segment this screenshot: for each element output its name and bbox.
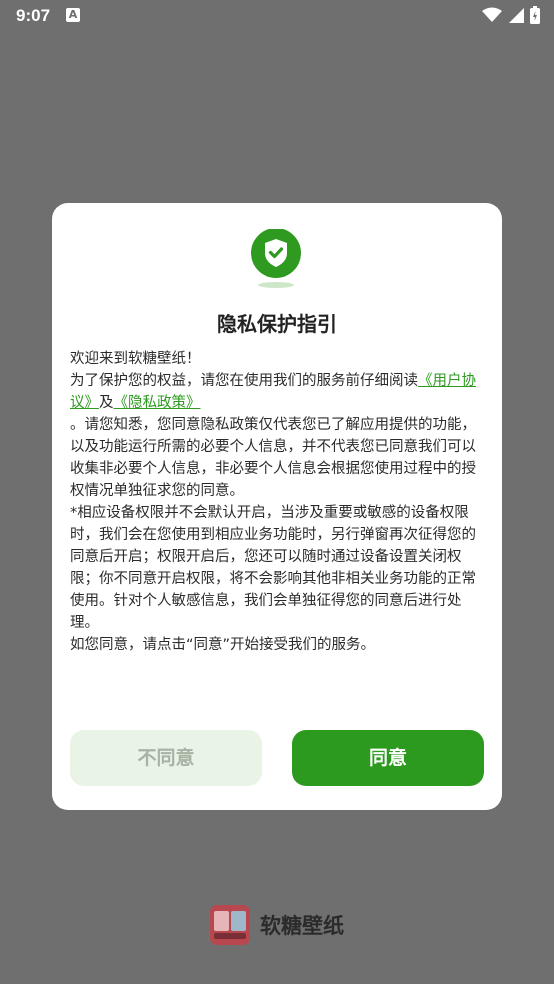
app-name: 软糖壁纸 (260, 914, 344, 938)
intro-text: 为了保护您的权益，请您在使用我们的服务前仔细阅读《用户协议》及《隐私政策》 (70, 370, 486, 414)
battery-icon (530, 6, 540, 24)
privacy-dialog: 隐私保护指引 欢迎来到软糖壁纸！ 为了保护您的权益，请您在使用我们的服务前仔细阅… (52, 203, 502, 810)
status-icons (482, 6, 540, 24)
welcome-text: 欢迎来到软糖壁纸！ (70, 351, 201, 367)
privacy-policy-link[interactable]: 《隐私政策》 (114, 395, 201, 411)
wifi-icon (482, 7, 502, 22)
dialog-body: 欢迎来到软糖壁纸！ 为了保护您的权益，请您在使用我们的服务前仔细阅读《用户协议》… (70, 348, 486, 656)
signal-icon (509, 8, 524, 23)
status-time: 9:07 (16, 6, 51, 25)
app-logo-icon (210, 905, 250, 945)
status-bar: 9:07 A (0, 0, 554, 32)
dialog-title: 隐私保护指引 (217, 312, 337, 336)
footer-branding: 软糖壁纸 (0, 903, 554, 947)
and-text: 及 (99, 395, 114, 411)
paragraph-1: 。请您知悉，您同意隐私政策仅代表您已了解应用提供的功能，以及功能运行所需的必要个… (70, 417, 476, 499)
paragraph-2: *相应设备权限并不会默认开启，当涉及重要或敏感的设备权限时，我们会在您使用到相应… (70, 505, 476, 631)
agree-button[interactable]: 同意 (292, 730, 484, 786)
decline-button[interactable]: 不同意 (70, 730, 262, 786)
notification-a-icon: A (66, 8, 80, 22)
paragraph-3: 如您同意，请点击“同意”开始接受我们的服务。 (70, 637, 376, 653)
shield-check-icon (250, 228, 302, 291)
intro-prefix: 为了保护您的权益，请您在使用我们的服务前仔细阅读 (70, 373, 418, 389)
